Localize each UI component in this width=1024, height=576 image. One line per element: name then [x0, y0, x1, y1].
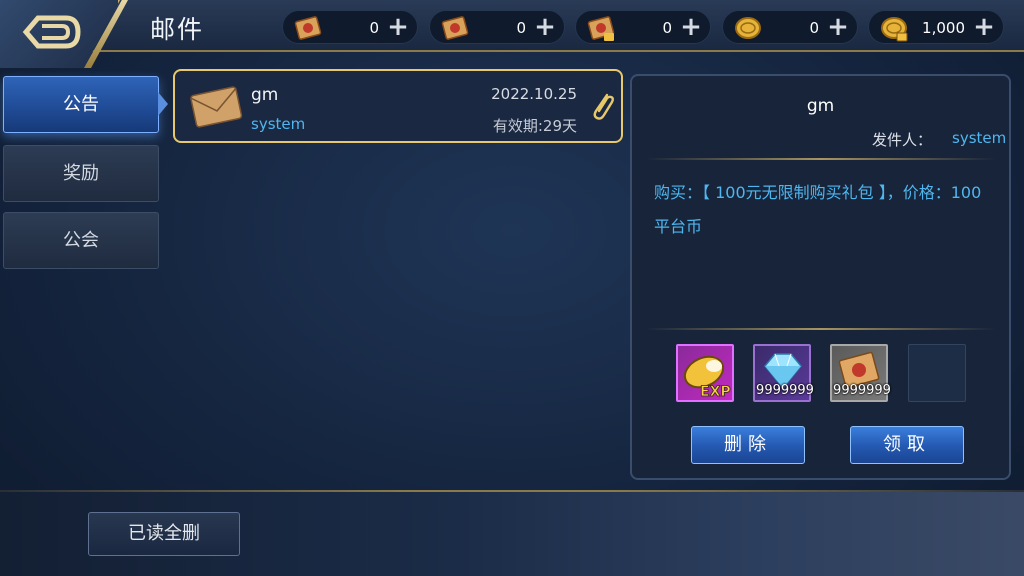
- claim-button[interactable]: 领取: [850, 426, 964, 464]
- mail-detail-panel: gm 发件人： system 购买：【 100元无限制购买礼包 】，价格：100…: [630, 74, 1011, 480]
- tab-rewards[interactable]: 奖励: [3, 145, 159, 202]
- tab-guild[interactable]: 公会: [3, 212, 159, 269]
- from-value: system: [952, 129, 1007, 147]
- attachment-icon: [593, 93, 614, 120]
- resource-counter-locked-gold: 1,000 +: [868, 10, 1004, 44]
- resource-counter-scroll: 0 +: [429, 10, 565, 44]
- back-arrow-icon: [22, 15, 81, 49]
- resource-value: 0: [516, 19, 526, 37]
- from-label: 发件人：: [872, 131, 933, 149]
- add-resource-button[interactable]: +: [385, 14, 411, 40]
- divider: [646, 158, 996, 160]
- resource-value: 0: [662, 19, 672, 37]
- resource-value: 0: [369, 19, 379, 37]
- delete-button[interactable]: 删除: [691, 426, 805, 464]
- attachment-count: 9999999: [833, 383, 891, 398]
- attachment-slot[interactable]: EXP: [676, 344, 734, 402]
- mail-body: 购买：【 100元无限制购买礼包 】，价格：100平台币: [654, 183, 982, 236]
- resource-counter-gold: 0 +: [722, 10, 858, 44]
- svg-text:EXP: EXP: [700, 384, 731, 400]
- attachment-count: 9999999: [756, 383, 814, 398]
- attachment-slot[interactable]: 9999999: [753, 344, 814, 402]
- add-resource-button[interactable]: +: [678, 14, 704, 40]
- detail-sender: gm: [806, 96, 835, 116]
- resource-value: 1,000: [922, 19, 965, 37]
- resource-value: 0: [809, 19, 819, 37]
- back-button[interactable]: [0, 0, 120, 68]
- delete-read-button[interactable]: 已读全删: [88, 512, 240, 556]
- active-tab-indicator: [158, 92, 168, 116]
- add-resource-button[interactable]: +: [971, 14, 997, 40]
- mail-sender: gm: [251, 85, 279, 105]
- mail-date: 2022.10.25: [491, 85, 577, 103]
- envelope-icon: [190, 86, 243, 128]
- resource-counter-locked-scroll: 0 +: [575, 10, 711, 44]
- mail-source: system: [251, 115, 306, 133]
- add-resource-button[interactable]: +: [532, 14, 558, 40]
- divider: [646, 328, 996, 330]
- mail-list-item[interactable]: gm system 2022.10.25 有效期:29天: [173, 69, 623, 143]
- page-title: 邮件: [150, 15, 205, 44]
- resource-counter-scroll: 0 +: [282, 10, 418, 44]
- tab-announcement[interactable]: 公告: [3, 76, 159, 133]
- exp-potion-icon: EXP: [683, 355, 731, 400]
- attachment-slot-empty: [908, 344, 966, 402]
- mail-validity: 有效期:29天: [492, 117, 577, 135]
- attachment-slot[interactable]: 9999999: [830, 344, 891, 402]
- add-resource-button[interactable]: +: [825, 14, 851, 40]
